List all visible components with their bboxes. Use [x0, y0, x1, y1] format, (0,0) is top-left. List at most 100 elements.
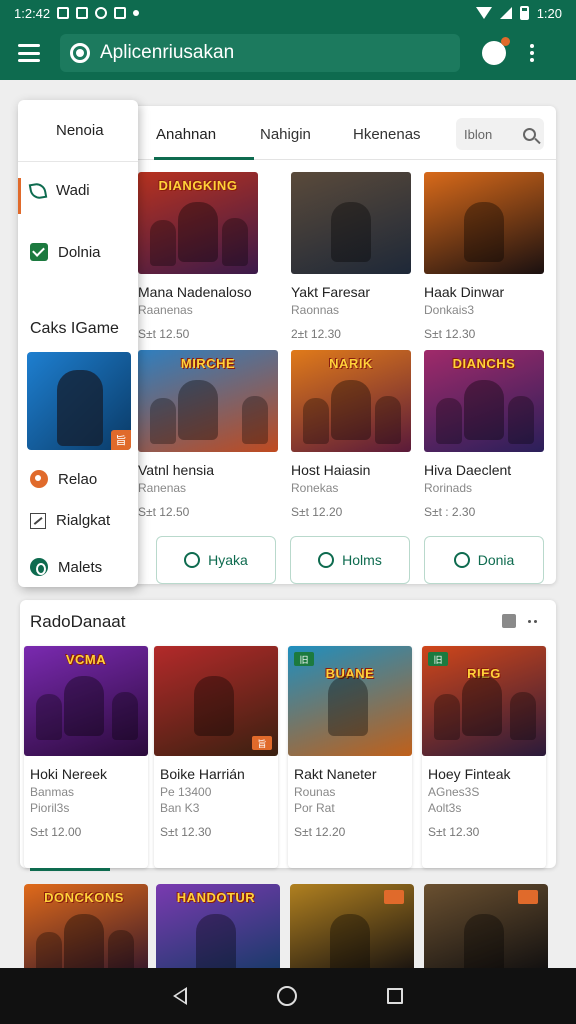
thumbnail-title: DONCKONS	[44, 890, 124, 905]
game-thumbnail[interactable]: MIRCHE	[138, 350, 278, 452]
back-icon[interactable]	[173, 987, 187, 1005]
dropdown-action-malets[interactable]: Malets	[30, 558, 102, 576]
dot-icon	[133, 10, 140, 16]
dropdown-action-label: Malets	[58, 558, 103, 576]
dropdown-section-title: Caks IGame	[30, 320, 119, 337]
checkbox-icon[interactable]	[30, 243, 48, 261]
game-card[interactable]: NARIK Host Haiasin Ronekas S±t 12.20	[291, 350, 411, 519]
game-card[interactable]: Haak Dinwar Donkais3 S±t 12.30	[424, 172, 544, 341]
game-thumbnail[interactable]: HANDOTUR	[156, 884, 280, 970]
active-tab-indicator	[154, 157, 254, 160]
game-price: 2±t 12.30	[291, 327, 341, 341]
game-card[interactable]: MIRCHE Vatnl hensia Ranenas S±t 12.50	[138, 350, 278, 519]
dropdown-item-dolnia[interactable]: Dolnia	[30, 243, 101, 261]
game-subtitle: Ronekas	[291, 481, 339, 495]
featured-game-thumbnail[interactable]: 旨	[27, 352, 131, 450]
dropdown-action-label: Rialgkat	[56, 512, 111, 529]
thumbnail-title: VCMA	[65, 652, 107, 667]
game-subtitle: Ranenas	[138, 481, 187, 495]
game-thumbnail[interactable]: 旧 RIEG	[422, 646, 546, 756]
dropdown-panel: Nenoia Wadi Dolnia Caks IGame 旨 Relao Ri…	[18, 100, 138, 587]
game-thumbnail[interactable]: NARIK	[291, 350, 411, 452]
game-thumbnail[interactable]: DIANGKING	[138, 172, 258, 274]
app-logo-icon	[70, 43, 90, 63]
badge-icon: 旨	[252, 736, 272, 750]
system-nav-bar	[0, 968, 576, 1024]
filter-search[interactable]: Iblon	[456, 118, 544, 150]
game-subtitle-2: Aolt3s	[428, 801, 462, 815]
thumbnail-title: DIANCHS	[452, 356, 516, 371]
game-thumbnail[interactable]	[424, 884, 548, 970]
dropdown-action-rialgkat[interactable]: Rialgkat	[30, 512, 110, 529]
game-thumbnail[interactable]: DIANCHS	[424, 350, 544, 452]
game-thumbnail[interactable]: VCMA	[24, 646, 148, 756]
game-card[interactable]: DIANGKING Mana Nadenaloso Raanenas S±t 1…	[138, 172, 258, 341]
tab-hkenenas[interactable]: Hkenenas	[353, 126, 421, 143]
tab-anahnan[interactable]: Anahnan	[156, 126, 216, 143]
holms-button[interactable]: Holms	[290, 536, 410, 584]
list-view-icon[interactable]	[502, 614, 516, 628]
game-thumbnail[interactable]: 旨	[154, 646, 278, 756]
relao-icon	[30, 470, 48, 488]
game-subtitle: Donkais3	[424, 303, 475, 317]
tab-nahigin[interactable]: Nahigin	[260, 126, 311, 143]
thumbnail-title: DIANGKING	[158, 178, 238, 193]
game-price: S±t 12.30	[424, 327, 476, 341]
game-price: S±t 12.00	[30, 825, 82, 839]
game-name: Hoki Nereek	[30, 766, 108, 782]
thumbnail-title: MIRCHE	[180, 356, 236, 371]
dropdown-action-relao[interactable]: Relao	[30, 470, 97, 488]
game-name: Rakt Naneter	[294, 766, 377, 782]
donia-button[interactable]: Donia	[424, 536, 544, 584]
game-card[interactable]: DIANCHS Hiva Daeclent Rorinads S±t : 2.3…	[424, 350, 544, 519]
instagram-icon	[114, 7, 127, 19]
badge-icon	[518, 890, 538, 904]
game-thumbnail[interactable]	[290, 884, 414, 970]
badge-icon: 旧	[294, 652, 314, 666]
button-icon	[184, 552, 201, 568]
home-icon[interactable]	[277, 986, 297, 1006]
app-bar: Aplicenriusakan	[0, 26, 576, 80]
dropdown-action-label: Relao	[58, 470, 98, 488]
leaf-icon	[28, 181, 48, 200]
compass-icon	[95, 7, 108, 19]
app-search-bar[interactable]: Aplicenriusakan	[60, 34, 460, 72]
search-icon[interactable]	[523, 127, 536, 141]
profile-icon[interactable]	[482, 37, 510, 65]
recommended-game-card[interactable]: VCMA Hoki Nereek Banmas Pioril3s S±t 12.…	[24, 646, 148, 871]
recents-icon[interactable]	[387, 988, 403, 1004]
more-options-icon[interactable]	[530, 44, 534, 62]
game-thumbnail[interactable]: 旧 BUANE	[288, 646, 412, 756]
game-name: Hiva Daeclent	[424, 462, 512, 478]
game-thumbnail[interactable]	[424, 172, 544, 274]
game-price: S±t 12.30	[160, 825, 212, 839]
dropdown-item-wadi[interactable]: Wadi	[28, 181, 90, 200]
game-subtitle: Raonnas	[291, 303, 340, 317]
thumbnail-title: NARIK	[329, 356, 373, 371]
game-card[interactable]: Yakt Faresar Raonnas 2±t 12.30	[291, 172, 411, 341]
dropdown-header-label: Nenoia	[56, 122, 104, 139]
game-name: Yakt Faresar	[291, 284, 371, 300]
game-price: S±t : 2.30	[424, 505, 476, 519]
dropdown-header[interactable]: Nenoia	[18, 100, 138, 162]
badge-icon: 旧	[428, 652, 448, 666]
hamburger-menu-icon[interactable]	[18, 44, 40, 62]
game-thumbnail[interactable]: DONCKONS	[24, 884, 148, 970]
game-name: Boike Harrián	[160, 766, 245, 782]
game-price: S±t 12.30	[428, 825, 480, 839]
recommended-game-card[interactable]: 旧 BUANE Rakt Naneter Rounas Por Rat S±t 1…	[288, 646, 412, 868]
hyaka-button[interactable]: Hyaka	[156, 536, 276, 584]
game-thumbnail[interactable]	[291, 172, 411, 274]
filter-label: Iblon	[464, 126, 493, 142]
recommended-game-card[interactable]: 旧 RIEG Hoey Finteak AGnes3S Aolt3s S±t 12…	[422, 646, 546, 868]
game-price: S±t 12.20	[291, 505, 343, 519]
signal-icon	[499, 7, 512, 19]
more-options-icon[interactable]	[528, 620, 537, 623]
game-name: Haak Dinwar	[424, 284, 505, 300]
wifi-icon	[475, 7, 492, 19]
dropdown-item-label: Wadi	[56, 182, 90, 199]
game-subtitle: Rorinads	[424, 481, 473, 495]
game-subtitle-2: Pioril3s	[30, 801, 70, 815]
recommended-game-card[interactable]: 旨 Boike Harrián Pe 13400 Ban K3 S±t 12.3…	[154, 646, 278, 868]
game-subtitle: Raanenas	[138, 303, 193, 317]
